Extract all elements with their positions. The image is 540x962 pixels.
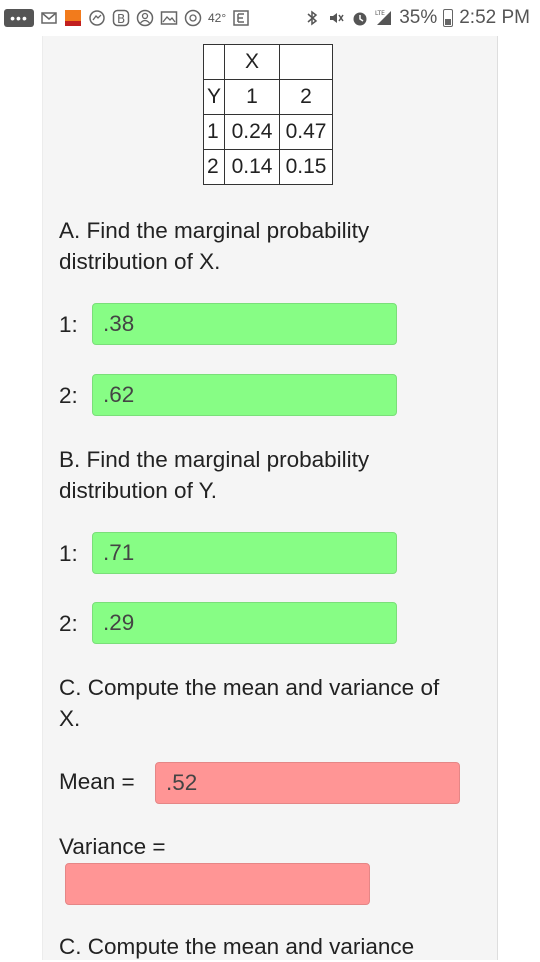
probability-cell: 0.24 xyxy=(224,114,281,150)
svg-text:B: B xyxy=(117,12,125,26)
mean-input[interactable] xyxy=(155,762,460,804)
account-icon xyxy=(136,9,154,27)
gallery-icon xyxy=(160,9,178,27)
variance-input[interactable] xyxy=(65,863,370,905)
y-value-cell: 1 xyxy=(202,114,226,150)
table-row: Y 1 2 xyxy=(202,79,334,115)
probability-cell: 0.47 xyxy=(279,114,334,150)
marginal-y-2-input[interactable] xyxy=(92,602,397,644)
messenger-icon xyxy=(88,9,106,27)
part-d-question: C. Compute the mean and variance xyxy=(59,934,415,959)
part-b-question: B. Find the marginal probability distrib… xyxy=(59,447,370,503)
clock: 2:52 PM xyxy=(459,7,530,28)
part-a-question: A. Find the marginal probability distrib… xyxy=(59,218,370,274)
e-icon xyxy=(232,9,250,27)
x-header-cell: X xyxy=(224,44,281,80)
y-header-cell: Y xyxy=(202,79,226,115)
b-icon: B xyxy=(112,9,130,27)
marginal-x-1-input[interactable] xyxy=(92,303,397,345)
part-c-question: C. Compute the mean and variance of X. xyxy=(59,675,440,731)
battery-icon xyxy=(443,9,454,27)
part-a-label-2: 2: xyxy=(59,383,78,408)
part-b-label-2: 2: xyxy=(59,611,78,636)
x-value-cell: 1 xyxy=(224,79,281,115)
mean-label: Mean = xyxy=(59,769,135,794)
whatsapp-icon xyxy=(184,9,202,27)
temperature: 42° xyxy=(208,11,227,25)
signal-icon: LTE xyxy=(375,9,393,27)
part-a-label-1: 1: xyxy=(59,312,78,337)
table-row: 2 0.14 0.15 xyxy=(202,149,334,185)
probability-cell: 0.14 xyxy=(224,149,281,185)
notification-icons: ••• B 42° xyxy=(0,9,250,27)
network-label: LTE xyxy=(375,10,385,17)
x-value-cell: 2 xyxy=(279,79,334,115)
joint-probability-table: X Y 1 2 1 0.24 0.47 2 0.14 0.15 xyxy=(202,44,334,185)
variance-label: Variance = xyxy=(59,834,166,859)
part-b-label-1: 1: xyxy=(59,541,78,566)
marginal-x-2-input[interactable] xyxy=(92,374,397,416)
alarm-icon xyxy=(351,9,369,27)
battery-percent: 35% xyxy=(399,7,438,28)
table-row: X xyxy=(202,44,334,80)
table-blank-cell xyxy=(279,44,334,80)
mute-icon xyxy=(327,9,345,27)
more-icon: ••• xyxy=(4,9,34,27)
probability-cell: 0.15 xyxy=(279,149,334,185)
question-panel: X Y 1 2 1 0.24 0.47 2 0.14 0.15 A. Find … xyxy=(42,36,498,960)
table-corner-cell xyxy=(202,44,226,80)
marginal-y-1-input[interactable] xyxy=(92,532,397,574)
y-value-cell: 2 xyxy=(202,149,226,185)
system-icons: LTE 35% 2:52 PM xyxy=(303,7,540,29)
gmail-icon xyxy=(40,9,58,27)
table-row: 1 0.24 0.47 xyxy=(202,114,334,150)
bluetooth-icon xyxy=(303,9,321,27)
status-bar: ••• B 42° LTE 35% 2:52 PM xyxy=(0,0,540,36)
app-icon xyxy=(64,9,82,27)
